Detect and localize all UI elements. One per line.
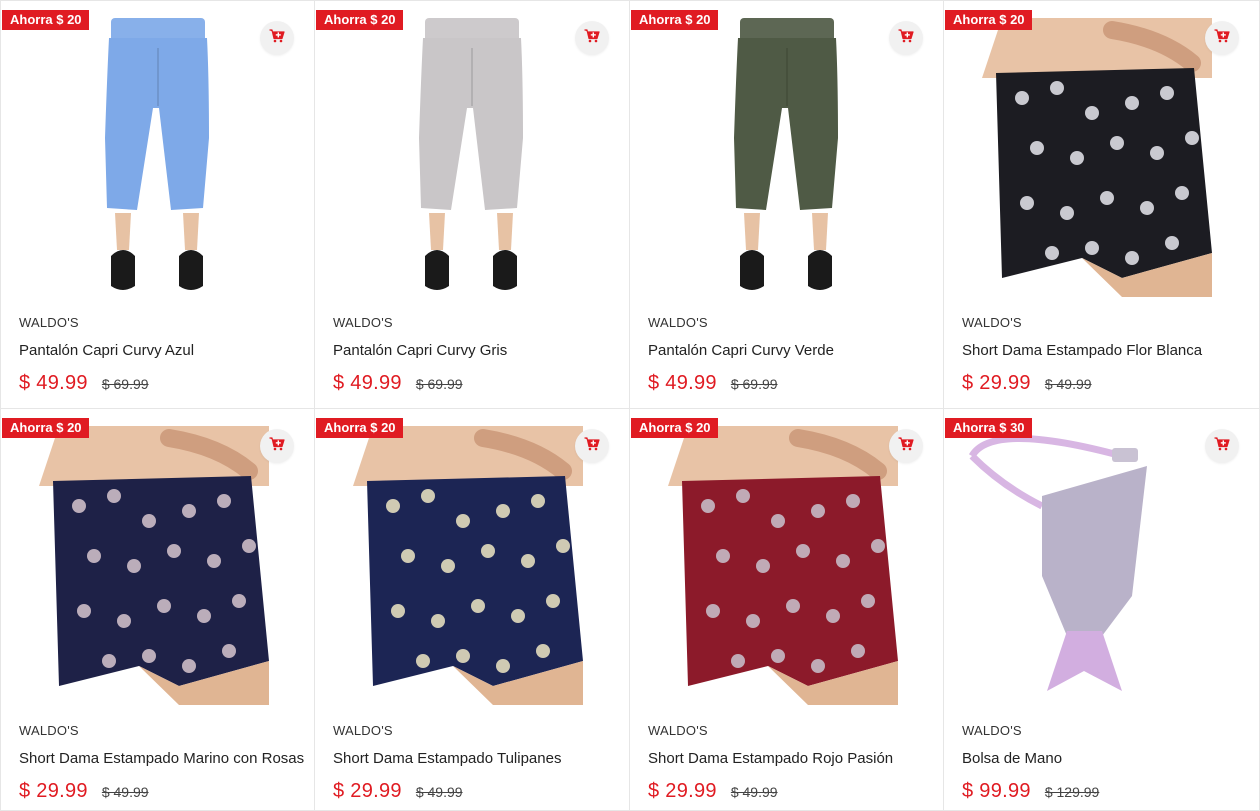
product-brand: WALDO'S: [962, 315, 1022, 330]
product-card[interactable]: Ahorra $ 20 WALDO'S Pantalón Capri Curvy…: [0, 0, 315, 409]
product-name[interactable]: Short Dama Estampado Marino con Rosas: [19, 749, 304, 769]
product-card[interactable]: Ahorra $ 20 WALDO'S Short Dama Estampado…: [944, 0, 1260, 409]
product-old-price: $ 49.99: [1044, 376, 1092, 392]
product-card[interactable]: Ahorra $ 20 WALDO'S Pantalón Capri Curvy…: [630, 0, 944, 409]
product-name[interactable]: Short Dama Estampado Tulipanes: [333, 749, 619, 769]
discount-badge: Ahorra $ 20: [631, 10, 718, 30]
product-grid: Ahorra $ 20 WALDO'S Pantalón Capri Curvy…: [0, 0, 1260, 811]
discount-badge: Ahorra $ 20: [2, 10, 89, 30]
add-to-cart-button[interactable]: [260, 21, 294, 55]
add-to-cart-button[interactable]: [1205, 21, 1239, 55]
cart-plus-icon: [269, 436, 285, 456]
add-to-cart-button[interactable]: [889, 429, 923, 463]
product-brand: WALDO'S: [333, 723, 393, 738]
product-brand: WALDO'S: [648, 315, 708, 330]
product-image[interactable]: [19, 426, 297, 705]
product-name[interactable]: Short Dama Estampado Flor Blanca: [962, 341, 1249, 361]
product-price: $ 29.99: [962, 372, 1031, 394]
product-old-price: $ 129.99: [1044, 784, 1100, 800]
add-to-cart-button[interactable]: [889, 21, 923, 55]
product-name[interactable]: Pantalón Capri Curvy Azul: [19, 341, 304, 361]
discount-badge: Ahorra $ 20: [945, 10, 1032, 30]
cart-plus-icon: [898, 28, 914, 48]
add-to-cart-button[interactable]: [575, 429, 609, 463]
product-name[interactable]: Short Dama Estampado Rojo Pasión: [648, 749, 933, 769]
product-brand: WALDO'S: [19, 723, 79, 738]
product-old-price: $ 69.99: [101, 376, 149, 392]
product-old-price: $ 49.99: [101, 784, 149, 800]
product-image[interactable]: [19, 18, 297, 297]
product-card[interactable]: Ahorra $ 20 WALDO'S Short Dama Estampado…: [315, 409, 630, 811]
product-image[interactable]: [333, 426, 611, 705]
product-image[interactable]: [648, 426, 926, 705]
discount-badge: Ahorra $ 20: [2, 418, 89, 438]
product-old-price: $ 69.99: [415, 376, 463, 392]
add-to-cart-button[interactable]: [1205, 429, 1239, 463]
product-price: $ 29.99: [333, 780, 402, 802]
product-image[interactable]: [648, 18, 926, 297]
discount-badge: Ahorra $ 30: [945, 418, 1032, 438]
product-old-price: $ 49.99: [415, 784, 463, 800]
product-brand: WALDO'S: [19, 315, 79, 330]
discount-badge: Ahorra $ 20: [316, 10, 403, 30]
product-card[interactable]: Ahorra $ 30 WALDO'S Bolsa de Mano $ 99.9…: [944, 409, 1260, 811]
add-to-cart-button[interactable]: [260, 429, 294, 463]
product-card[interactable]: Ahorra $ 20 WALDO'S Short Dama Estampado…: [630, 409, 944, 811]
cart-plus-icon: [584, 436, 600, 456]
product-name[interactable]: Bolsa de Mano: [962, 749, 1249, 769]
product-card[interactable]: Ahorra $ 20 WALDO'S Pantalón Capri Curvy…: [315, 0, 630, 409]
discount-badge: Ahorra $ 20: [316, 418, 403, 438]
cart-plus-icon: [1214, 28, 1230, 48]
product-brand: WALDO'S: [648, 723, 708, 738]
product-name[interactable]: Pantalón Capri Curvy Verde: [648, 341, 933, 361]
product-price: $ 49.99: [333, 372, 402, 394]
product-name[interactable]: Pantalón Capri Curvy Gris: [333, 341, 619, 361]
cart-plus-icon: [584, 28, 600, 48]
product-price: $ 99.99: [962, 780, 1031, 802]
cart-plus-icon: [269, 28, 285, 48]
product-price: $ 29.99: [19, 780, 88, 802]
discount-badge: Ahorra $ 20: [631, 418, 718, 438]
product-brand: WALDO'S: [333, 315, 393, 330]
product-image[interactable]: [962, 426, 1240, 705]
product-image[interactable]: [333, 18, 611, 297]
product-brand: WALDO'S: [962, 723, 1022, 738]
product-image[interactable]: [962, 18, 1240, 297]
product-card[interactable]: Ahorra $ 20 WALDO'S Short Dama Estampado…: [0, 409, 315, 811]
product-old-price: $ 69.99: [730, 376, 778, 392]
add-to-cart-button[interactable]: [575, 21, 609, 55]
cart-plus-icon: [898, 436, 914, 456]
product-old-price: $ 49.99: [730, 784, 778, 800]
cart-plus-icon: [1214, 436, 1230, 456]
product-price: $ 29.99: [648, 780, 717, 802]
product-price: $ 49.99: [19, 372, 88, 394]
product-price: $ 49.99: [648, 372, 717, 394]
